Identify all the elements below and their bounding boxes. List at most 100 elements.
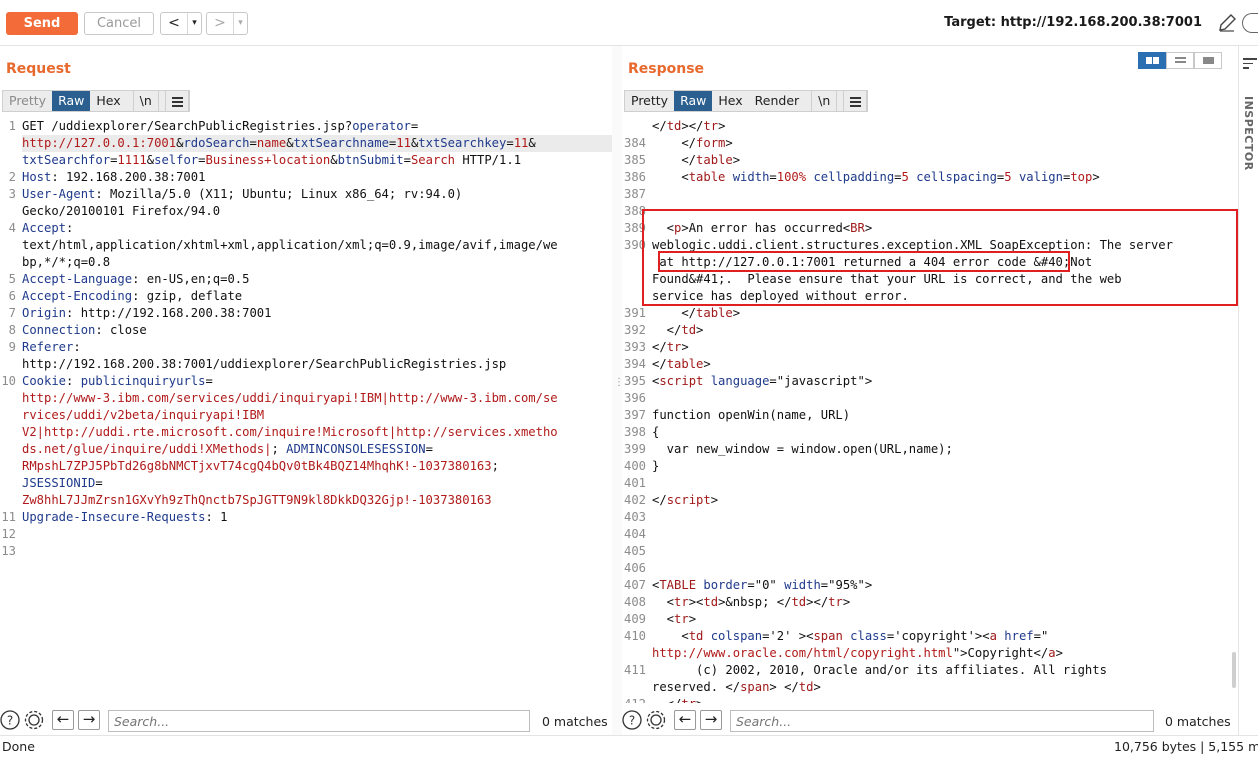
code-line[interactable]: </td> (652, 322, 1232, 339)
code-token: cellspacing (916, 170, 997, 184)
code-line[interactable]: GET /uddiexplorer/SearchPublicRegistries… (22, 118, 612, 135)
forward-arrow-icon[interactable]: > (207, 13, 233, 34)
code-line[interactable]: rvices/uddi/v2beta/inquiryapi!IBM (22, 407, 612, 424)
code-line[interactable]: <script language="javascript"> (652, 373, 1232, 390)
code-line[interactable]: (c) 2002, 2010, Oracle and/or its affili… (652, 662, 1232, 679)
code-line[interactable]: function openWin(name, URL) (652, 407, 1232, 424)
code-line[interactable]: Gecko/20100101 Firefox/94.0 (22, 203, 612, 220)
layout-stacked-icon[interactable] (1166, 52, 1194, 69)
tab-hex[interactable]: Hex (712, 91, 748, 111)
layout-tabs-icon[interactable] (1194, 52, 1222, 69)
tab-pretty[interactable]: Pretty (625, 91, 674, 111)
code-line[interactable] (22, 543, 612, 560)
help-icon[interactable]: ? (622, 710, 642, 730)
menu-icon[interactable] (164, 90, 189, 112)
scrollbar-thumb[interactable] (1232, 652, 1236, 688)
code-line[interactable]: Connection: close (22, 322, 612, 339)
cancel-button[interactable]: Cancel (84, 12, 154, 35)
code-line[interactable]: Host: 192.168.200.38:7001 (22, 169, 612, 186)
menu-icon[interactable] (843, 90, 868, 112)
inspector-sidebar[interactable]: INSPECTOR (1238, 46, 1258, 735)
help-icon[interactable]: ? (0, 710, 20, 730)
code-line[interactable]: </form> (652, 135, 1232, 152)
code-line[interactable]: <table width=100% cellpadding=5 cellspac… (652, 169, 1232, 186)
code-line[interactable]: Cookie: publicinquiryurls= (22, 373, 612, 390)
code-line[interactable]: http://127.0.0.1:7001&rdoSearch=name&txt… (22, 135, 612, 152)
code-line[interactable]: var new_window = window.open(URL,name); (652, 441, 1232, 458)
response-text[interactable]: </td></tr> </form> </table> <table width… (652, 118, 1232, 703)
search-input[interactable] (108, 710, 530, 732)
code-line[interactable] (652, 475, 1232, 492)
tab-pretty[interactable]: Pretty (3, 91, 52, 111)
previous-match-button[interactable]: ← (52, 710, 74, 730)
code-line[interactable]: RMpshL7ZPJ5PbTd26g8bNMCTjxvT74cgQ4bQv0tB… (22, 458, 612, 475)
code-line[interactable] (652, 186, 1232, 203)
line-number: 401 (623, 476, 646, 490)
code-line[interactable] (652, 390, 1232, 407)
history-forward-group[interactable]: > ▾ (206, 12, 248, 35)
code-line[interactable]: <tr> (652, 611, 1232, 628)
gear-icon[interactable] (646, 710, 666, 730)
code-line[interactable]: V2|http://uddi.rte.microsoft.com/inquire… (22, 424, 612, 441)
code-line[interactable] (652, 526, 1232, 543)
code-line[interactable]: } (652, 458, 1232, 475)
code-line[interactable]: ds.net/glue/inquire/uddi!XMethods|; ADMI… (22, 441, 612, 458)
code-line[interactable]: http://www.oracle.com/html/copyright.htm… (652, 645, 1232, 662)
code-line[interactable]: Referer: (22, 339, 612, 356)
inspector-menu-icon[interactable] (1243, 58, 1257, 72)
code-line[interactable]: <tr><td>&nbsp; </td></tr> (652, 594, 1232, 611)
next-match-button[interactable]: → (78, 710, 100, 730)
request-editor[interactable]: 1 2 3 4 5 6 7 8 9 10 11 12 13 GET /uddiexplorer/Sear… (0, 118, 612, 703)
code-line[interactable]: <TABLE border="0" width="95%"> (652, 577, 1232, 594)
code-line[interactable]: Upgrade-Insecure-Requests: 1 (22, 509, 612, 526)
code-line[interactable] (652, 560, 1232, 577)
back-arrow-icon[interactable]: < (161, 13, 187, 34)
code-line[interactable]: Origin: http://192.168.200.38:7001 (22, 305, 612, 322)
code-line[interactable]: http://192.168.200.38:7001/uddiexplorer/… (22, 356, 612, 373)
pencil-icon[interactable] (1216, 12, 1238, 34)
next-match-button[interactable]: → (700, 710, 722, 730)
code-line[interactable]: </table> (652, 356, 1232, 373)
tab-raw[interactable]: Raw (52, 91, 91, 111)
code-line[interactable] (652, 509, 1232, 526)
tab-newline[interactable]: \n (811, 90, 838, 112)
tab-raw[interactable]: Raw (674, 91, 713, 111)
code-line[interactable]: Accept: (22, 220, 612, 237)
code-line[interactable]: bp,*/*;q=0.8 (22, 254, 612, 271)
code-line[interactable]: reserved. </span> </td> (652, 679, 1232, 696)
tab-newline[interactable]: \n (132, 90, 159, 112)
code-line[interactable]: <td colspan='2' ><span class='copyright'… (652, 628, 1232, 645)
code-line[interactable]: User-Agent: Mozilla/5.0 (X11; Ubuntu; Li… (22, 186, 612, 203)
code-line[interactable]: http://www-3.ibm.com/services/uddi/inqui… (22, 390, 612, 407)
code-line[interactable]: </tr> (652, 339, 1232, 356)
help-icon[interactable] (1242, 13, 1258, 33)
code-line[interactable]: </tr> (652, 696, 1232, 703)
panel-divider[interactable]: ⋮ (612, 46, 624, 735)
send-button[interactable]: Send (6, 12, 78, 35)
tab-render[interactable]: Render (749, 91, 806, 111)
request-text[interactable]: GET /uddiexplorer/SearchPublicRegistries… (22, 118, 612, 560)
code-line[interactable]: </table> (652, 305, 1232, 322)
code-line[interactable]: Zw8hhL7JJmZrsn1GXvYh9zThQnctb7SpJGTT9N9k… (22, 492, 612, 509)
code-line[interactable]: </td></tr> (652, 118, 1232, 135)
response-editor[interactable]: 384 385 386 387 388 389 390 391 392 393 394 395 396 3… (622, 118, 1238, 703)
code-line[interactable] (652, 543, 1232, 560)
code-line[interactable]: Accept-Encoding: gzip, deflate (22, 288, 612, 305)
forward-dropdown-icon[interactable]: ▾ (233, 13, 247, 34)
code-line[interactable]: </table> (652, 152, 1232, 169)
history-back-group[interactable]: < ▾ (160, 12, 202, 35)
layout-side-by-side-icon[interactable] (1138, 52, 1166, 69)
code-line[interactable]: JSESSIONID= (22, 475, 612, 492)
back-dropdown-icon[interactable]: ▾ (187, 13, 201, 34)
code-line[interactable]: Accept-Language: en-US,en;q=0.5 (22, 271, 612, 288)
tab-hex[interactable]: Hex (90, 91, 126, 111)
previous-match-button[interactable]: ← (674, 710, 696, 730)
code-line[interactable]: txtSearchfor=1111&selfor=Business+locati… (22, 152, 612, 169)
search-input[interactable] (730, 710, 1154, 732)
code-line[interactable]: </script> (652, 492, 1232, 509)
code-line[interactable]: { (652, 424, 1232, 441)
code-line[interactable]: text/html,application/xhtml+xml,applicat… (22, 237, 612, 254)
gear-icon[interactable] (24, 710, 44, 730)
inspector-label[interactable]: INSPECTOR (1242, 96, 1255, 171)
code-line[interactable] (22, 526, 612, 543)
